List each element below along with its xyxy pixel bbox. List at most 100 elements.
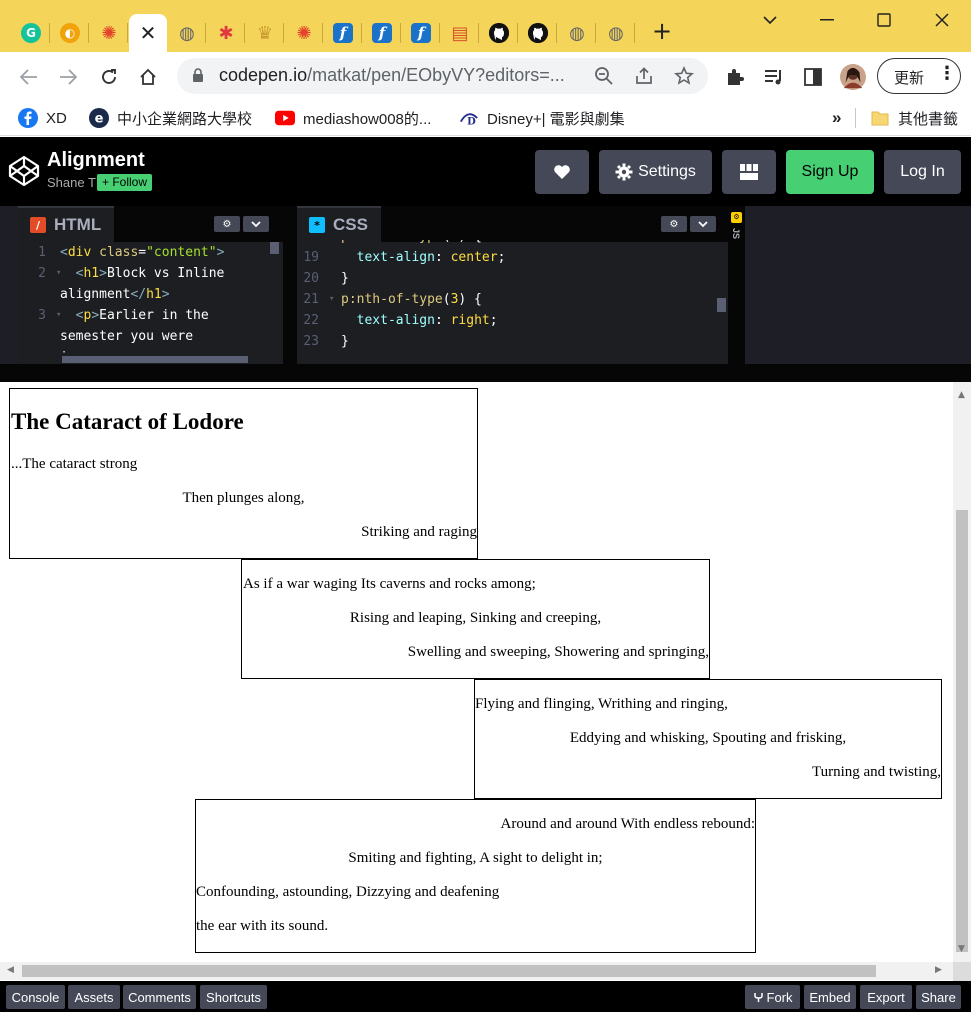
tab-search-chevron-icon[interactable]: [750, 8, 790, 32]
bookmark-disney[interactable]: D Disney+| 電影與劇集: [459, 108, 625, 128]
update-button[interactable]: 更新 ⋮: [877, 58, 961, 94]
css-settings-gear-icon[interactable]: ⚙: [661, 216, 687, 232]
browser-tab[interactable]: ✺: [285, 14, 323, 52]
assets-button[interactable]: Assets: [68, 985, 120, 1009]
browser-tab[interactable]: ◍: [597, 14, 635, 52]
html-hscrollbar[interactable]: [62, 356, 248, 363]
url-text[interactable]: codepen.io/matkat/pen/EObyVY?editors=...: [219, 65, 565, 86]
globe-icon: ◍: [608, 22, 624, 44]
browser-tab[interactable]: ◐: [51, 14, 89, 52]
browser-tab[interactable]: [480, 14, 518, 52]
preview-horizontal-scrollbar[interactable]: ◀ ▶: [0, 962, 953, 980]
follow-button[interactable]: + Follow: [97, 174, 153, 191]
close-window-button[interactable]: [922, 8, 962, 32]
share-icon[interactable]: [634, 66, 654, 86]
gear-icon: [615, 163, 633, 181]
css-editor[interactable]: * CSS ⚙ 18▾p:nth-of-type(2) { 19 text-al…: [297, 206, 728, 364]
scroll-down-arrow-icon[interactable]: ▼: [958, 944, 965, 954]
chrome-menu-icon[interactable]: ⋮: [938, 63, 956, 84]
bookmarks-divider: [855, 108, 856, 128]
browser-tab[interactable]: ♛: [246, 14, 284, 52]
html-vscrollbar[interactable]: [270, 242, 279, 254]
browser-tab[interactable]: f: [324, 14, 362, 52]
export-button[interactable]: Export: [860, 985, 912, 1009]
horizontal-scroll-thumb[interactable]: [22, 965, 876, 977]
bookmark-mediashow[interactable]: mediashow008的...: [275, 108, 431, 128]
browser-tab[interactable]: f: [363, 14, 401, 52]
like-button[interactable]: [535, 150, 589, 194]
maximize-button[interactable]: [864, 8, 904, 32]
home-button[interactable]: [135, 64, 161, 90]
e-logo-icon: e: [89, 108, 109, 128]
scroll-left-arrow-icon[interactable]: ◀: [7, 965, 14, 975]
preview-resizer[interactable]: [0, 364, 971, 382]
js-editor-collapsed[interactable]: ⚙ JS: [728, 206, 745, 364]
tab-strip: + G ◐ ✺ ✕ ◍ ✱ ♛ ✺ f f f ▤ ◍ ◍: [0, 0, 971, 52]
media-playlist-icon[interactable]: [761, 64, 787, 90]
html-editor-tab[interactable]: / HTML: [18, 206, 114, 242]
css-collapse-chevron-icon[interactable]: [690, 216, 716, 232]
bookmark-label: XD: [46, 109, 67, 127]
browser-tab[interactable]: f: [402, 14, 440, 52]
shortcuts-button[interactable]: Shortcuts: [200, 985, 267, 1009]
address-bar[interactable]: codepen.io/matkat/pen/EObyVY?editors=...: [177, 58, 708, 94]
fork-icon: [753, 992, 763, 1002]
preview-vertical-scrollbar[interactable]: ▲ ▼: [953, 382, 971, 962]
side-panel-icon[interactable]: [800, 64, 826, 90]
vertical-scroll-thumb[interactable]: [956, 510, 968, 952]
poem-line: ...The cataract strong: [11, 456, 138, 472]
browser-tab[interactable]: [519, 14, 557, 52]
change-view-button[interactable]: [722, 150, 776, 194]
browser-tab-active[interactable]: ✕: [129, 14, 167, 52]
css-code[interactable]: 18▾p:nth-of-type(2) { 19 text-align: cen…: [297, 240, 728, 352]
scroll-right-arrow-icon[interactable]: ▶: [935, 965, 942, 975]
settings-button[interactable]: Settings: [599, 150, 712, 194]
bookmark-star-icon[interactable]: [674, 65, 694, 86]
trophy-icon: ♛: [256, 22, 274, 44]
extensions-puzzle-icon[interactable]: [722, 64, 748, 90]
forward-button[interactable]: [55, 64, 81, 90]
lock-icon[interactable]: [192, 68, 204, 87]
browser-tab[interactable]: ◍: [168, 14, 206, 52]
globe-icon: ◍: [179, 22, 195, 44]
pen-title[interactable]: Alignment: [47, 149, 145, 172]
poem-box-1: The Cataract of Lodore ...The cataract s…: [9, 388, 478, 559]
embed-button[interactable]: Embed: [804, 985, 856, 1009]
new-tab-button[interactable]: +: [649, 18, 675, 44]
css-editor-tab[interactable]: * CSS: [297, 206, 381, 242]
html-settings-gear-icon[interactable]: ⚙: [214, 216, 240, 232]
fork-button[interactable]: Fork: [745, 985, 800, 1009]
poem-line: Eddying and whisking, Spouting and frisk…: [569, 730, 847, 746]
html-collapse-chevron-icon[interactable]: [243, 216, 269, 232]
css-vscrollbar[interactable]: [717, 298, 726, 312]
sign-up-button[interactable]: Sign Up: [786, 150, 874, 194]
pen-author[interactable]: Shane T: [47, 175, 96, 190]
share-button[interactable]: Share: [916, 985, 961, 1009]
back-button[interactable]: [16, 64, 42, 90]
bookmark-sme-school[interactable]: e 中小企業網路大學校: [89, 108, 252, 128]
log-in-button[interactable]: Log In: [884, 150, 961, 194]
console-button[interactable]: Console: [6, 985, 65, 1009]
codepen-logo-icon[interactable]: [8, 155, 40, 191]
comments-button[interactable]: Comments: [123, 985, 196, 1009]
bookmark-xd[interactable]: XD: [18, 108, 67, 128]
zoom-icon[interactable]: [594, 66, 614, 86]
other-bookmarks-folder[interactable]: 其他書籤: [870, 108, 958, 128]
reload-button[interactable]: [96, 64, 122, 90]
html-code[interactable]: 1 <div class="content"> 2 ▾ <h1>Block vs I…: [6, 242, 271, 353]
minimize-button[interactable]: [807, 8, 847, 32]
browser-tab[interactable]: ◍: [558, 14, 596, 52]
browser-tab[interactable]: ✱: [207, 14, 245, 52]
bottom-bar: Console Assets Comments Shortcuts Fork E…: [0, 981, 971, 1012]
bookmarks-overflow-button[interactable]: »: [832, 108, 841, 128]
profile-avatar[interactable]: [840, 64, 866, 90]
poem-line: Then plunges along,: [182, 490, 305, 506]
browser-tab[interactable]: ▤: [441, 14, 479, 52]
editor-resizer[interactable]: [283, 206, 297, 364]
tab-separator: [517, 23, 518, 43]
close-tab-icon[interactable]: ✕: [140, 21, 157, 45]
scroll-up-arrow-icon[interactable]: ▲: [958, 390, 965, 400]
browser-tab[interactable]: ✺: [90, 14, 128, 52]
html-editor[interactable]: / HTML ⚙ 1 <div class="content"> 2 ▾ <h1>B…: [18, 206, 283, 364]
browser-tab[interactable]: G: [12, 14, 50, 52]
